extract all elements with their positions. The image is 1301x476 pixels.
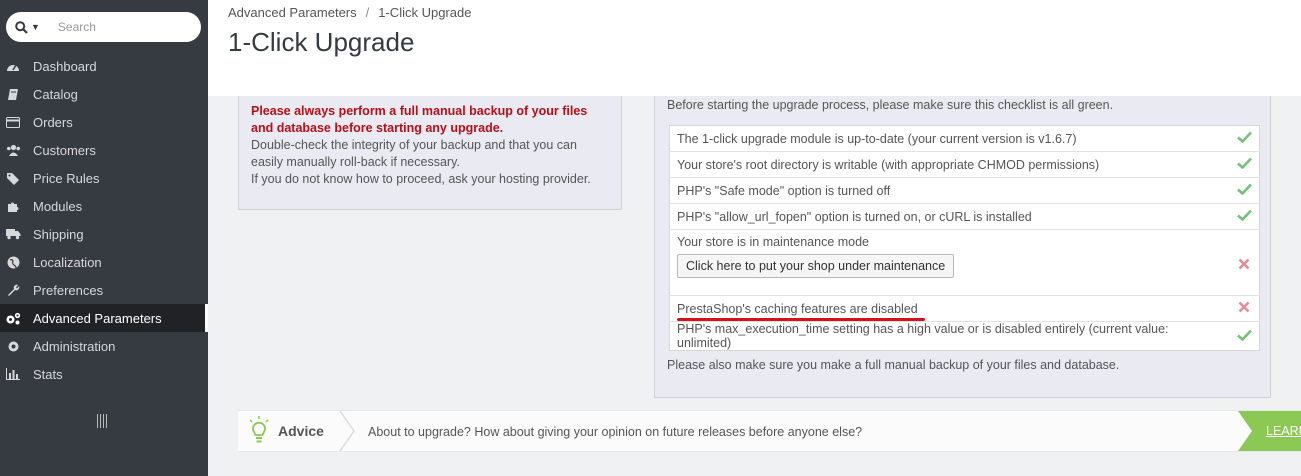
sidebar-item-dashboard[interactable]: Dashboard (0, 52, 208, 80)
main-menu: Dashboard Catalog Orders Customers Price… (0, 52, 208, 388)
learn-more-link[interactable]: LEARN MORE (1266, 424, 1301, 438)
backup-warning-line: If you do not know how to proceed, ask y… (251, 172, 591, 186)
red-underline-annotation (677, 317, 925, 321)
sidebar-item-label: Stats (33, 366, 63, 382)
chevron-right-icon (339, 411, 355, 451)
check-icon (1229, 177, 1260, 204)
credit-card-icon (5, 116, 21, 128)
maintenance-mode-button[interactable]: Click here to put your shop under mainte… (677, 254, 955, 278)
checklist-text: PHP's "Safe mode" option is turned off (669, 177, 1229, 204)
checklist-text: Your store's root directory is writable … (669, 151, 1229, 178)
cogs-icon (5, 312, 21, 325)
advice-label: Advice (278, 423, 324, 439)
sidebar-item-price-rules[interactable]: Price Rules (0, 164, 208, 192)
checklist-table: The 1-click upgrade module is up-to-date… (669, 125, 1260, 351)
sidebar-item-orders[interactable]: Orders (0, 108, 208, 136)
search-box[interactable]: ▼ (6, 12, 201, 42)
breadcrumb-item-current: 1-Click Upgrade (378, 5, 472, 20)
sidebar-item-stats[interactable]: Stats (0, 360, 208, 388)
backup-warning: Please always perform a full manual back… (238, 96, 622, 210)
check-icon (1229, 125, 1260, 152)
globe-icon (5, 256, 21, 269)
checklist-row: PHP's max_execution_time setting has a h… (670, 322, 1260, 351)
checklist-text: PHP's max_execution_time setting has a h… (677, 322, 1169, 350)
sidebar-item-shipping[interactable]: Shipping (0, 220, 208, 248)
checklist-text: Your store is in maintenance mode (677, 235, 870, 249)
main-content: Please always perform a full manual back… (208, 96, 1301, 476)
sidebar-item-catalog[interactable]: Catalog (0, 80, 208, 108)
book-icon (5, 88, 21, 101)
page-title: 1-Click Upgrade (228, 27, 415, 57)
sidebar-item-label: Modules (33, 198, 83, 214)
sidebar-item-administration[interactable]: Administration (0, 332, 208, 360)
checklist-row: Your store is in maintenance mode Click … (669, 229, 1260, 296)
search-input[interactable] (55, 19, 190, 35)
puzzle-icon (5, 200, 21, 213)
dashboard-icon (5, 60, 21, 72)
sidebar-item-label: Price Rules (33, 170, 100, 186)
checklist-text: PHP's "allow_url_fopen" option is turned… (669, 203, 1229, 230)
checklist-row: The 1-click upgrade module is up-to-date… (669, 125, 1260, 152)
upgrade-checklist-panel: Before starting the upgrade process, ple… (654, 96, 1271, 398)
bar-chart-icon (5, 368, 21, 380)
sidebar-item-label: Advanced Parameters (33, 310, 162, 326)
search-icon[interactable] (15, 20, 29, 34)
wrench-icon (5, 284, 21, 297)
cog-icon (5, 340, 21, 353)
backup-warning-line: Double-check the integrity of your backu… (251, 138, 577, 169)
sidebar-item-advanced-parameters[interactable]: Advanced Parameters (0, 304, 208, 332)
sidebar-item-label: Shipping (33, 226, 84, 242)
page-header: Advanced Parameters / 1-Click Upgrade 1-Cl… (208, 0, 1301, 96)
sidebar-item-label: Preferences (33, 282, 104, 298)
truck-icon (5, 228, 21, 240)
sidebar-item-preferences[interactable]: Preferences (0, 276, 208, 304)
sidebar-item-customers[interactable]: Customers (0, 136, 208, 164)
sidebar-item-label: Customers (33, 142, 96, 158)
breadcrumb-separator: / (365, 5, 370, 20)
learn-more-button[interactable]: LEARN MORE (1238, 411, 1301, 451)
checklist-row: Your store's root directory is writable … (669, 151, 1260, 178)
check-icon (1229, 151, 1260, 178)
checklist-intro: Before starting the upgrade process, ple… (667, 98, 1114, 112)
checklist-text: PrestaShop's caching features are disabl… (677, 301, 918, 316)
sidebar-item-localization[interactable]: Localization (0, 248, 208, 276)
cross-icon (1229, 295, 1260, 322)
sidebar-item-label: Dashboard (33, 58, 97, 74)
sidebar-item-label: Catalog (33, 86, 78, 102)
sidebar-item-modules[interactable]: Modules (0, 192, 208, 220)
checklist-row: PHP's "Safe mode" option is turned off (669, 177, 1260, 204)
backup-warning-strong: Please always perform a full manual back… (251, 104, 588, 135)
check-icon (1229, 322, 1260, 351)
cross-icon (1229, 229, 1260, 296)
sidebar: ▼ Dashboard Catalog Orders Customers Pri… (0, 0, 208, 476)
caret-down-icon[interactable]: ▼ (31, 22, 40, 32)
sidebar-item-label: Orders (33, 114, 73, 130)
advice-banner: Advice About to upgrade? How about givin… (238, 410, 1301, 452)
checklist-row: PHP's "allow_url_fopen" option is turned… (669, 203, 1260, 230)
sidebar-item-label: Localization (33, 254, 102, 270)
checklist-text: The 1-click upgrade module is up-to-date… (669, 125, 1229, 152)
check-icon (1229, 203, 1260, 230)
sidebar-collapse-handle[interactable] (97, 414, 109, 428)
users-icon (5, 144, 21, 156)
lightbulb-icon (248, 416, 270, 446)
advice-text: About to upgrade? How about giving your … (368, 425, 863, 439)
checklist-backup-note: Please also make sure you make a full ma… (667, 358, 1120, 372)
breadcrumb: Advanced Parameters / 1-Click Upgrade (228, 5, 471, 20)
checklist-row: PrestaShop's caching features are disabl… (669, 295, 1260, 322)
breadcrumb-item-advanced-parameters[interactable]: Advanced Parameters (228, 5, 357, 20)
sidebar-item-label: Administration (33, 338, 116, 354)
tags-icon (5, 172, 21, 185)
